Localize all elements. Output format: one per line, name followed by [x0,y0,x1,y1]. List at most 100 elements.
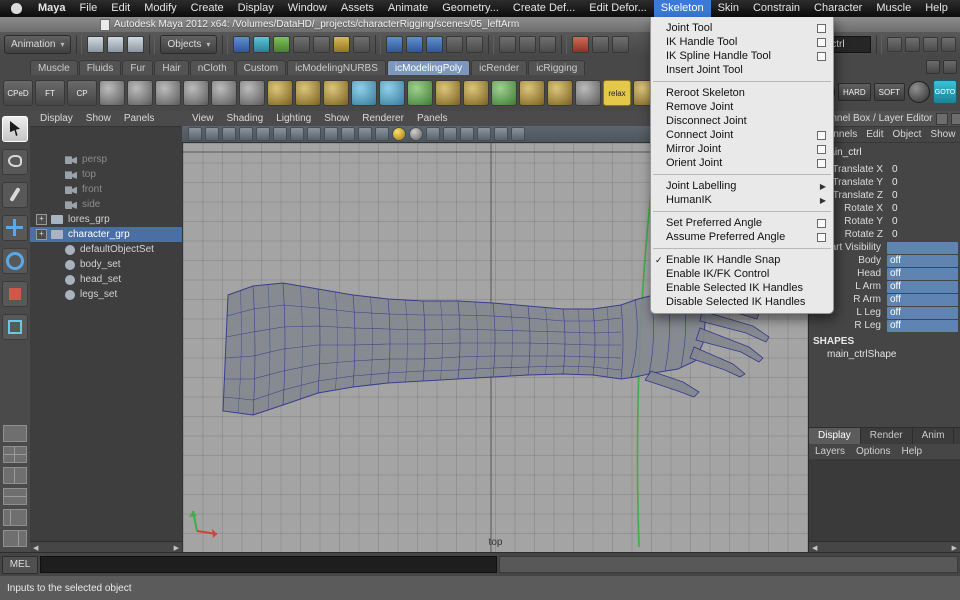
skeleton-menu-item[interactable]: ✓ HumanIK ▶ [651,193,833,207]
shelf-tool-icon[interactable] [267,80,293,106]
layer-editor-tab[interactable]: Display [809,428,861,444]
shelf-tab[interactable]: Hair [154,60,189,75]
panel-toggle-icon[interactable] [905,37,920,52]
move-tool-icon[interactable] [2,215,28,241]
expand-toggle-icon[interactable] [36,214,47,225]
menubar-item[interactable]: Constrain [746,0,807,17]
four-pane-layout-button[interactable] [3,446,27,463]
menubar-item[interactable]: Create Def... [506,0,582,17]
goto-button[interactable]: GOTO [933,80,957,104]
channel-value-field[interactable]: 0 [889,203,960,215]
isolate-select-icon[interactable] [494,127,508,141]
save-scene-icon[interactable] [127,36,145,53]
menubar-item[interactable]: Display [231,0,281,17]
shelf-tab[interactable]: Custom [235,60,287,75]
shelf-tab[interactable]: icModelingNURBS [287,60,386,75]
skeleton-menu-item[interactable]: ✓ Set Preferred Angle ▶ [651,216,833,230]
shelf-tool-icon[interactable] [323,80,349,106]
outliner-item[interactable]: legs_set [30,287,182,302]
shelf-cube-icon[interactable] [127,80,153,106]
soften-normals-button[interactable]: SOFT [873,83,905,101]
grid-toggle-icon[interactable] [290,127,304,141]
menubar-item[interactable]: Maya [31,0,73,17]
apple-menu-icon[interactable] [11,3,22,14]
panel-toggle-icon[interactable] [887,37,902,52]
skeleton-menu-item[interactable]: ✓ Enable IK Handle Snap ▶ [651,253,833,267]
channel-value-field[interactable]: off [887,267,958,280]
channel-value-field[interactable]: 0 [889,164,960,176]
shelf-tab[interactable]: nCloth [189,60,235,75]
two-pane-side-layout-button[interactable] [3,467,27,484]
skeleton-menu-item[interactable]: ✓ Disconnect Joint ▶ [651,114,833,128]
outliner-item[interactable]: defaultObjectSet [30,242,182,257]
shelf-script-button[interactable]: FT [35,80,65,106]
menubar-item[interactable]: Edit [104,0,137,17]
make-live-icon[interactable] [466,36,484,53]
skeleton-menu-item[interactable]: ✓ ▶ [653,211,831,212]
command-line-input[interactable] [40,556,497,573]
channel-value-field[interactable]: off [887,293,958,306]
paint-select-tool-icon[interactable] [2,182,28,208]
option-box-icon[interactable] [817,232,826,242]
outliner-item[interactable]: persp [30,152,182,167]
shelf-tool-icon[interactable] [435,80,461,106]
selection-mask-icon[interactable] [313,36,331,53]
two-pane-stacked-layout-button[interactable] [3,488,27,505]
output-connections-icon[interactable] [539,36,557,53]
skeleton-menu-item[interactable]: ✓ Connect Joint ▶ [651,128,833,142]
shelf-sphere-icon[interactable] [99,80,125,106]
viewport-toolbar-icon[interactable] [511,127,525,141]
option-box-icon[interactable] [817,51,826,61]
statusline-divider[interactable] [222,35,229,54]
new-scene-icon[interactable] [87,36,105,53]
menubar-item[interactable]: Character [807,0,869,17]
panel-toggle-icon[interactable] [923,37,938,52]
skeleton-menu-item[interactable]: ✓ Joint Tool ▶ [651,21,833,35]
skeleton-menu-item[interactable]: ✓ Reroot Skeleton ▶ [651,86,833,100]
skeleton-menu-item[interactable]: ✓ Remove Joint ▶ [651,100,833,114]
panel-menu-item[interactable]: Edit [866,129,883,140]
skeleton-menu-item[interactable]: ✓ Joint Labelling ▶ [651,179,833,193]
panel-menu-item[interactable]: Lighting [276,113,311,124]
statusline-divider[interactable] [76,35,83,54]
channel-value-field[interactable]: 0 [889,216,960,228]
statusline-divider[interactable] [488,35,495,54]
gate-mask-icon[interactable] [341,127,355,141]
snap-to-point-icon[interactable] [426,36,444,53]
menubar-item[interactable]: Skin [711,0,746,17]
layer-editor-tab[interactable]: Anim [913,428,955,444]
panel-menu-item[interactable]: Display [40,113,73,124]
shape-node-name[interactable]: main_ctrlShape [809,348,960,361]
selection-mask-icon[interactable] [353,36,371,53]
shelf-script-button[interactable]: CP [67,80,97,106]
statusline-divider[interactable] [561,35,568,54]
outliner-item[interactable]: head_set [30,272,182,287]
command-line-language-button[interactable]: MEL [2,555,38,574]
panel-menu-item[interactable]: Show [86,113,111,124]
menubar-item[interactable]: File [73,0,105,17]
skeleton-menu-item[interactable]: ✓ ▶ [653,174,831,175]
panel-menu-item[interactable]: Renderer [362,113,404,124]
menubar-item[interactable]: Animate [381,0,435,17]
option-box-icon[interactable] [817,158,826,168]
panel-menu-item[interactable]: Options [856,446,890,457]
channel-value-field[interactable]: off [887,254,958,267]
statusline-divider[interactable] [876,35,882,54]
option-box-icon[interactable] [817,130,826,140]
shelf-tab[interactable]: icModelingPoly [386,60,471,75]
statusline-divider[interactable] [149,35,156,54]
normals-sphere-icon[interactable] [908,81,930,103]
menubar-item[interactable]: Create [184,0,231,17]
option-box-icon[interactable] [817,37,826,47]
shelf-tab[interactable]: Fur [122,60,154,75]
harden-normals-button[interactable]: HARD [837,83,871,101]
skeleton-menu-item[interactable]: ✓ Enable IK/FK Control ▶ [651,267,833,281]
shelf-tab[interactable]: Muscle [30,60,78,75]
panel-menu-item[interactable]: Panels [417,113,448,124]
panel-menu-item[interactable]: Shading [227,113,264,124]
menubar-item[interactable]: Modify [137,0,183,17]
channel-value-field[interactable]: off [887,319,958,332]
select-by-object-type-icon[interactable] [253,36,271,53]
panel-menu-item[interactable]: Show [930,129,955,140]
lasso-select-tool-icon[interactable] [2,149,28,175]
